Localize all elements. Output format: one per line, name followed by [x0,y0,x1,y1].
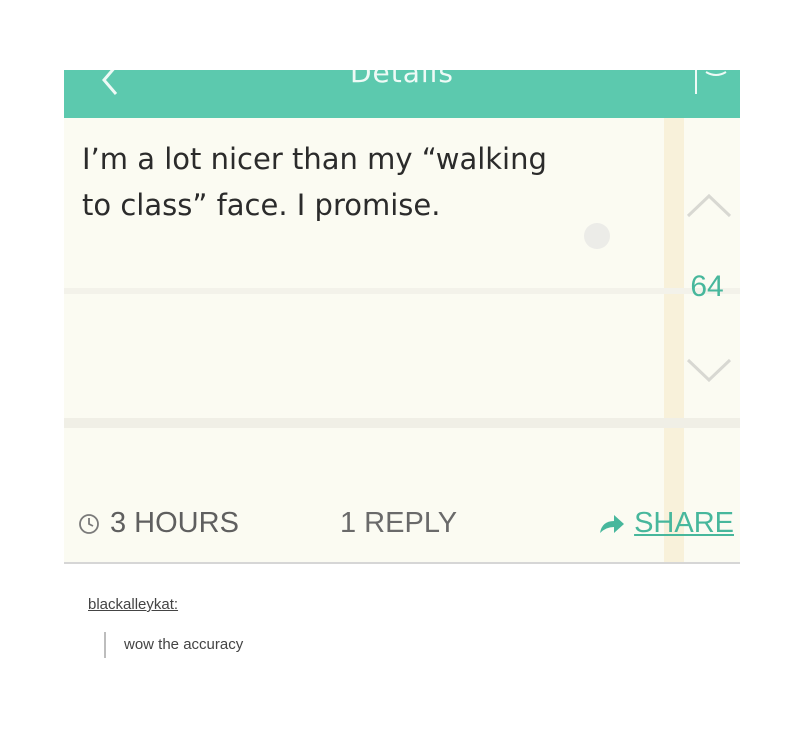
post-text-line: to class” face. I promise. [82,188,441,222]
reply-count-link[interactable]: 1 REPLY [340,507,457,540]
map-background [664,118,684,563]
compose-icon[interactable] [692,70,732,94]
post-text-line: I’m a lot nicer than my “walking [82,142,547,176]
screenshot-stage: Details I’m a lot nicer than my “walking… [0,0,800,753]
map-road [64,418,740,428]
post-text: I’m a lot nicer than my “walking to clas… [82,136,642,228]
post-time-label: 3 HOURS [110,507,239,539]
clock-icon [79,513,99,534]
app-header: Details [64,70,740,118]
divider [64,562,740,564]
chevron-up-icon[interactable] [684,190,734,220]
post-time: 3 HOURS [78,507,239,540]
post-footer: 3 HOURS 1 REPLY SHARE [64,503,740,543]
vote-count: 64 [690,270,724,303]
map-road [64,288,740,294]
comment-username-link[interactable]: blackalleykat: [88,596,178,613]
share-button[interactable]: SHARE [598,507,734,540]
post-card: I’m a lot nicer than my “walking to clas… [64,118,740,563]
chevron-down-icon[interactable] [684,356,734,386]
quote-bar [104,632,106,658]
share-arrow-icon [600,514,625,533]
share-label: SHARE [634,507,734,539]
page-title: Details [349,70,455,89]
comment-body: wow the accuracy [124,636,244,653]
